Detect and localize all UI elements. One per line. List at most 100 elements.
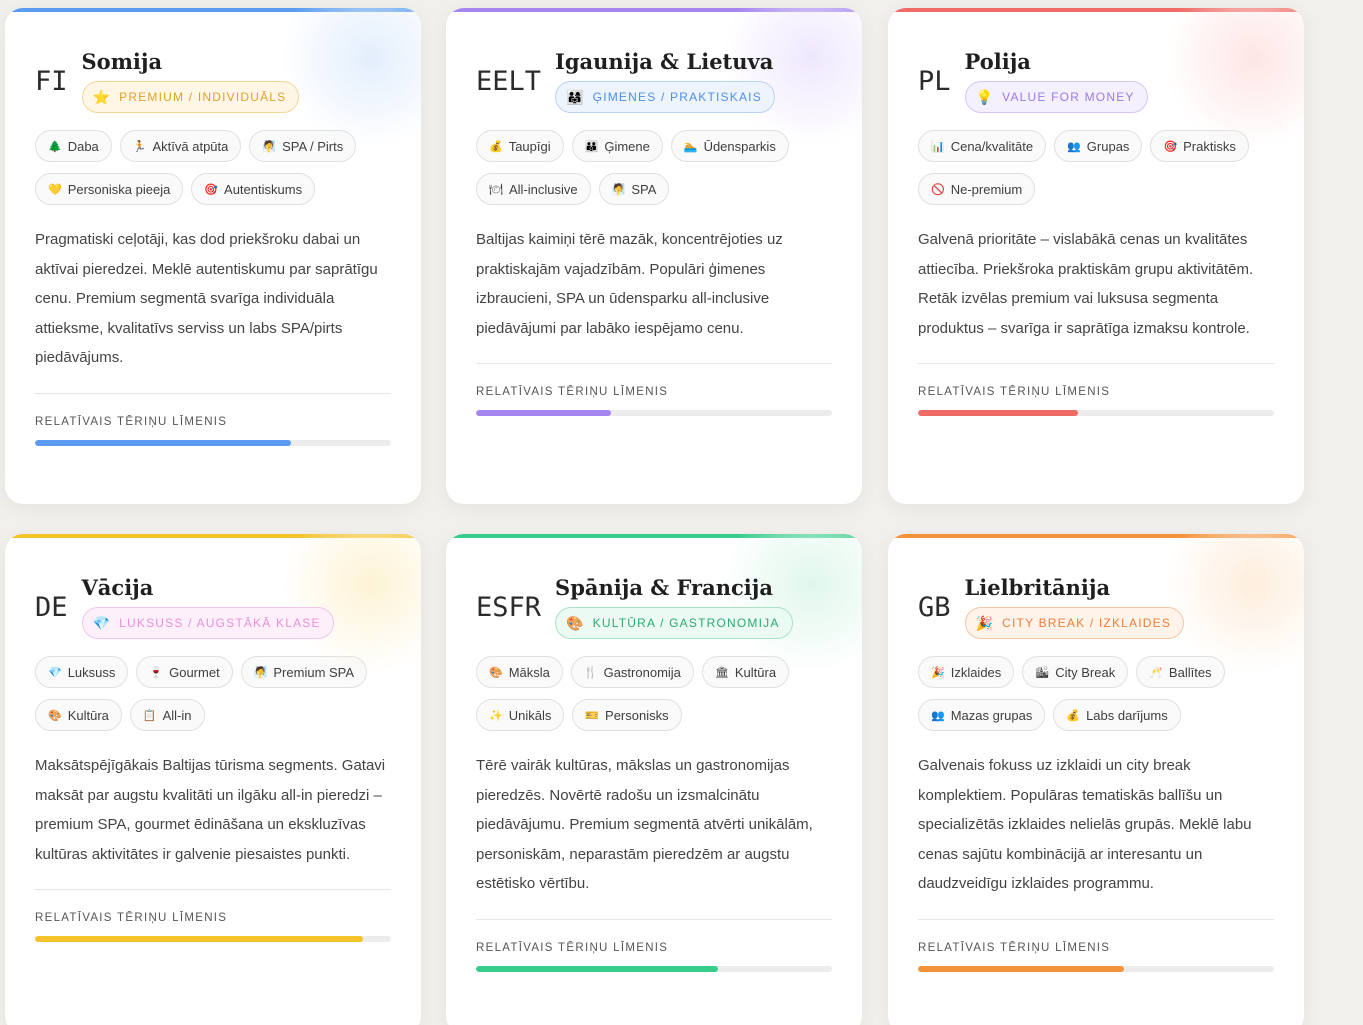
spending-level-label: RELATĪVAIS TĒRIŅU LĪMENIS	[918, 941, 1111, 954]
tag-chip: 🏙 City Break	[1022, 656, 1129, 688]
tag-chip: 💰 Labs darījums	[1053, 699, 1181, 731]
segment-card: EELT Igaunija & Lietuva 👨‍👩‍👧 ĢIMENES / P…	[446, 8, 862, 504]
segment-card: PL Polija 💡 VALUE FOR MONEY 📊 Cena/kvalitā…	[888, 8, 1304, 504]
divider	[918, 918, 1274, 920]
tag-list: 🎉 Izklaides 🏙 City Break 🥂 Ballītes 👥 Mazas gru…	[918, 656, 1274, 731]
badge-icon: 🎨	[566, 614, 585, 631]
tag-chip: 🎯 Praktisks	[1150, 130, 1249, 162]
country-code: FI	[35, 65, 68, 97]
spending-level-meter	[476, 965, 832, 972]
spending-level-fill	[476, 965, 719, 972]
tag-icon: 🍷	[149, 666, 164, 679]
tag-chip: 🎫 Personisks	[572, 699, 682, 731]
tag-label: Labs darījums	[1086, 707, 1168, 723]
card-title: Lielbritānija	[964, 575, 1111, 600]
spending-level-fill	[35, 439, 292, 446]
tag-chip: 🧖 SPA / Pirts	[249, 130, 357, 162]
tag-label: Grupas	[1086, 138, 1130, 154]
tag-label: Taupīgi	[508, 138, 551, 154]
card-header: FI Somija ⭐ PREMIUM / INDIVIDUĀLS	[35, 46, 391, 116]
tag-label: Gastronomija	[603, 664, 681, 680]
tag-icon: 🎯	[1163, 140, 1178, 153]
tag-chip: 📊 Cena/kvalitāte	[918, 130, 1047, 162]
spending-level-meter	[918, 410, 1274, 416]
tag-icon: 📊	[931, 140, 945, 153]
tag-icon: 🌲	[48, 140, 62, 153]
tag-list: 💎 Luksuss 🍷 Gourmet 🧖 Premium SPA 🎨 Kultūra 📋 All…	[35, 656, 391, 731]
card-header: ESFR Spānija & Francija 🎨 KULTŪRA / GASTR…	[476, 572, 832, 642]
divider	[35, 392, 391, 394]
spending-level-fill	[918, 410, 1079, 416]
segment-badge: 💡 VALUE FOR MONEY	[964, 81, 1148, 113]
tag-icon: 💎	[48, 666, 62, 679]
card-description: Galvenā prioritāte – vislabākā cenas un …	[918, 231, 1254, 337]
tag-chip: 🎉 Izklaides	[918, 656, 1015, 688]
segment-card: DE Vācija 💎 LUKSUSS / AUGSTĀKĀ KLASE 💎 Luk…	[5, 534, 421, 1025]
spending-level-label: RELATĪVAIS TĒRIŅU LĪMENIS	[476, 386, 669, 398]
tag-label: Ūdensparkis	[703, 138, 776, 154]
card-title: Vācija	[81, 575, 154, 600]
tag-icon: 🍽	[489, 183, 503, 196]
spending-level-fill	[35, 936, 363, 942]
country-code: DE	[35, 591, 68, 623]
tag-chip: 🏊 Ūdensparkis	[670, 130, 789, 162]
tag-label: Aktīvā atpūta	[152, 138, 229, 154]
tag-label: City Break	[1055, 664, 1116, 680]
segment-badge: 💎 LUKSUSS / AUGSTĀKĀ KLASE	[81, 607, 334, 639]
tag-label: Luksuss	[67, 664, 116, 680]
tag-chip: 🧖 SPA	[598, 173, 670, 205]
tag-label: Mazas grupas	[950, 707, 1033, 723]
badge-icon: ⭐	[92, 88, 112, 105]
spending-level-label: RELATĪVAIS TĒRIŅU LĪMENIS	[918, 386, 1111, 398]
tag-label: All-in	[162, 707, 192, 723]
spending-level-meter	[918, 965, 1274, 972]
badge-icon: 💎	[92, 614, 112, 631]
card-description: Tērē vairāk kultūras, mākslas un gastron…	[476, 757, 813, 892]
tag-chip: 💰 Taupīgi	[476, 130, 564, 162]
tag-icon: 🏙	[1035, 666, 1050, 679]
tag-chip: 🥂 Ballītes	[1136, 656, 1225, 688]
tag-label: Gourmet	[169, 664, 220, 680]
tag-icon: 🧖	[262, 140, 277, 153]
badge-label: LUKSUSS / AUGSTĀKĀ KLASE	[119, 616, 321, 630]
divider	[918, 363, 1274, 364]
segment-badge: 🎨 KULTŪRA / GASTRONOMIJA	[555, 607, 793, 639]
tag-label: Personisks	[605, 707, 669, 723]
tag-label: All-inclusive	[508, 181, 578, 197]
badge-label: CITY BREAK / IZKLAIDES	[1002, 616, 1172, 630]
tag-icon: 👪	[584, 140, 599, 153]
tag-label: SPA / Pirts	[282, 138, 344, 154]
tag-label: Premium SPA	[273, 664, 355, 680]
spending-level-label: RELATĪVAIS TĒRIŅU LĪMENIS	[35, 912, 228, 924]
tag-chip: 👥 Mazas grupas	[918, 699, 1046, 731]
tag-chip: 📋 All-in	[129, 699, 205, 731]
segment-badge: 👨‍👩‍👧 ĢIMENES / PRAKTISKAIS	[555, 81, 775, 113]
card-title: Polija	[964, 49, 1031, 74]
spending-level-meter	[35, 439, 391, 446]
spending-level-label: RELATĪVAIS TĒRIŅU LĪMENIS	[35, 415, 228, 428]
divider	[476, 363, 832, 364]
tag-label: Izklaides	[950, 664, 1002, 680]
tag-chip: 🧖 Premium SPA	[240, 656, 368, 688]
divider	[35, 889, 391, 890]
tag-chip: 🌲 Daba	[35, 130, 112, 162]
badge-label: VALUE FOR MONEY	[1002, 90, 1135, 104]
tag-icon: ✨	[489, 709, 503, 722]
card-title: Spānija & Francija	[555, 575, 773, 600]
tag-icon: 🥂	[1149, 666, 1163, 679]
segment-badge: 🎉 CITY BREAK / IZKLAIDES	[964, 607, 1185, 639]
tag-icon: 👥	[1067, 140, 1081, 153]
tag-chip: 💛 Personiska pieeja	[35, 173, 184, 205]
tag-label: Ne-premium	[950, 181, 1023, 197]
tag-label: Ballītes	[1168, 664, 1212, 680]
tag-list: 💰 Taupīgi 👪 Ģimene 🏊 Ūdensparkis 🍽 All-inclusiv…	[476, 130, 832, 205]
tag-chip: 🍴 Gastronomija	[570, 656, 694, 688]
country-code: EELT	[476, 65, 542, 97]
tag-list: 📊 Cena/kvalitāte 👥 Grupas 🎯 Praktisks 🚫 Ne-prem…	[918, 130, 1274, 205]
tag-icon: 💰	[1066, 709, 1081, 722]
tag-chip: 👥 Grupas	[1054, 130, 1143, 162]
tag-label: Personiska pieeja	[67, 181, 171, 197]
tag-label: Kultūra	[734, 664, 777, 680]
tag-chip: 💎 Luksuss	[35, 656, 129, 688]
segment-card: GB Lielbritānija 🎉 CITY BREAK / IZKLAIDES…	[888, 534, 1304, 1025]
